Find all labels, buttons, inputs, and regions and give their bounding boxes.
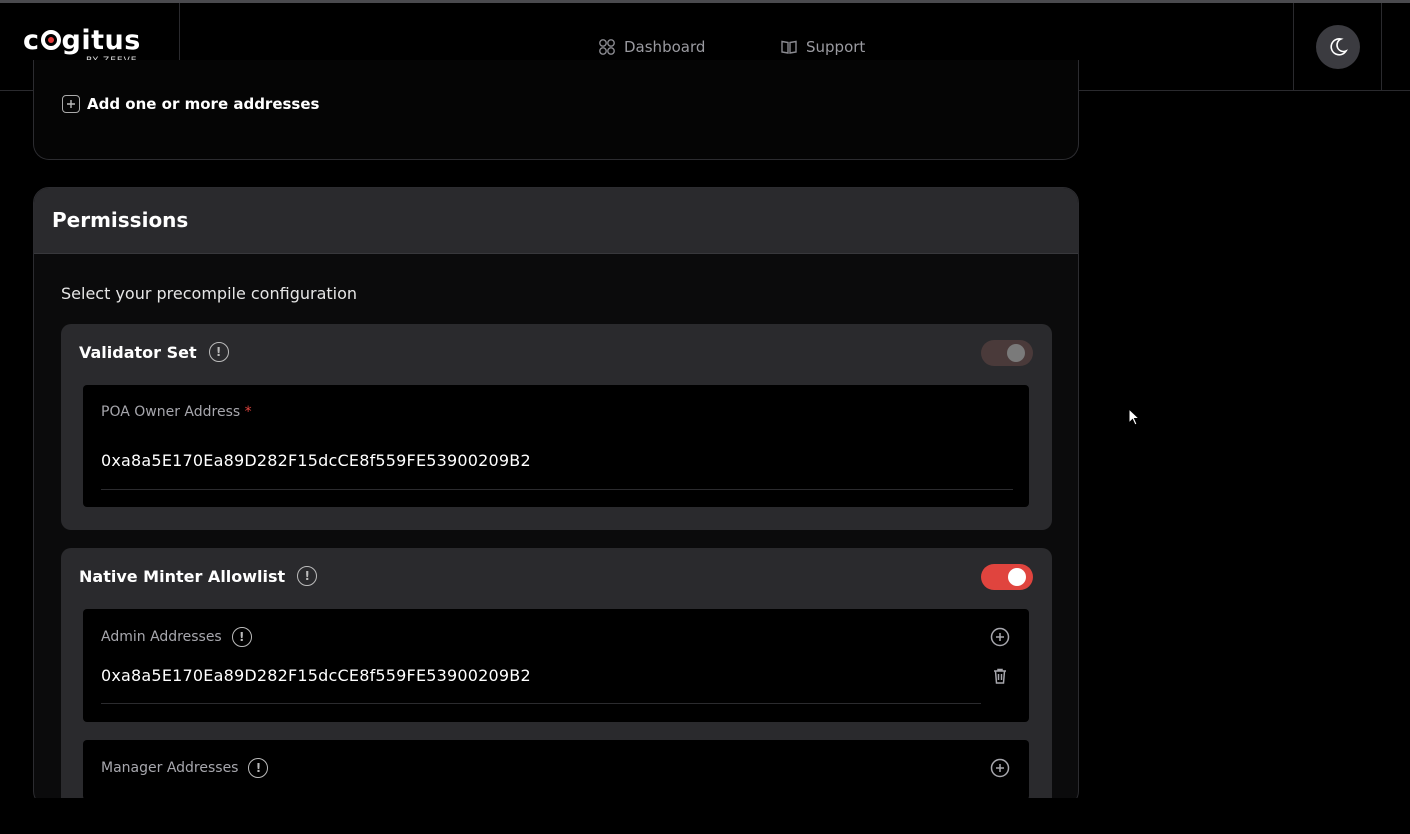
poa-owner-input[interactable]: 0xa8a5E170Ea89D282F15dcCE8f559FE53900209… [101,451,531,470]
permissions-title: Permissions [34,188,1078,254]
page-bottom-band [0,798,1410,834]
nav-support-label: Support [806,38,866,56]
input-underline [101,703,981,704]
info-icon[interactable]: ! [208,342,229,362]
plus-square-icon [990,758,1010,778]
admin-addresses-label: Admin Addresses ! [101,627,252,647]
mouse-cursor-icon [1128,408,1141,426]
admin-addresses-field: Admin Addresses ! 0xa8a5E170Ea89D282F15d… [83,609,1029,722]
add-admin-button[interactable] [990,627,1010,647]
logo-o-mark [40,30,61,50]
native-minter-toggle[interactable] [981,564,1033,590]
info-icon[interactable]: ! [297,566,318,586]
info-icon[interactable]: ! [231,627,252,647]
native-minter-block: Native Minter Allowlist ! Admin Addresse… [61,548,1052,806]
plus-square-icon [990,627,1010,647]
nav-dashboard-label: Dashboard [624,38,706,56]
theme-toggle-area [1293,3,1382,91]
toggle-knob [1007,344,1025,362]
trash-icon [994,668,1006,684]
native-minter-title: Native Minter Allowlist ! [79,566,318,586]
moon-icon [1330,38,1348,56]
logo: c gitus [23,25,141,56]
validator-set-block: Validator Set ! POA Owner Address * 0xa8… [61,324,1052,530]
manager-addresses-field: Manager Addresses ! [83,740,1029,800]
manager-addresses-label: Manager Addresses ! [101,758,269,778]
permissions-card: Permissions Select your precompile confi… [33,187,1079,807]
add-manager-button[interactable] [990,758,1010,778]
plus-icon [62,95,80,113]
grid-icon [599,39,615,55]
add-addresses-button[interactable]: Add one or more addresses [62,95,319,113]
input-underline [101,489,1013,490]
validator-set-title: Validator Set ! [79,342,229,362]
permissions-subtitle: Select your precompile configuration [61,284,358,303]
add-addresses-label: Add one or more addresses [87,95,320,113]
poa-owner-label: POA Owner Address * [101,404,252,420]
admin-address-input[interactable]: 0xa8a5E170Ea89D282F15dcCE8f559FE53900209… [101,666,531,685]
info-icon[interactable]: ! [248,758,269,778]
delete-admin-button[interactable] [990,666,1010,686]
poa-owner-field: POA Owner Address * 0xa8a5E170Ea89D282F1… [83,385,1029,507]
toggle-knob [1008,568,1026,586]
book-icon [781,40,797,54]
validator-set-toggle[interactable] [981,340,1033,366]
theme-toggle-button[interactable] [1316,25,1360,69]
